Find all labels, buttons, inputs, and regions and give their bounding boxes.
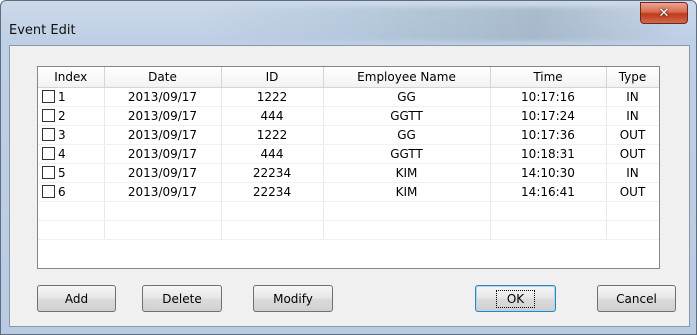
- id-cell: 22234: [221, 182, 324, 202]
- time-cell: 10:18:31: [490, 144, 607, 164]
- row-checkbox[interactable]: [42, 109, 55, 122]
- employee-name-cell: GGTT: [323, 106, 491, 126]
- date-cell: 2013/09/17: [104, 182, 222, 202]
- table-row[interactable]: 2 2013/09/17 444 GGTT 10:17:24 IN: [38, 106, 659, 126]
- row-checkbox[interactable]: [42, 166, 55, 179]
- type-cell: OUT: [606, 125, 659, 145]
- column-header-time[interactable]: Time: [490, 67, 607, 88]
- type-cell: OUT: [606, 144, 659, 164]
- dialog-title: Event Edit: [9, 23, 76, 38]
- empty-row: [38, 201, 659, 221]
- table-row[interactable]: 5 2013/09/17 22234 KIM 14:10:30 IN: [38, 163, 659, 183]
- employee-name-cell: GG: [323, 125, 491, 145]
- date-cell: 2013/09/17: [104, 106, 222, 126]
- index-value: 3: [58, 128, 66, 142]
- close-icon: ✕: [658, 5, 670, 21]
- table-row[interactable]: 4 2013/09/17 444 GGTT 10:18:31 OUT: [38, 144, 659, 164]
- id-cell: 1222: [221, 125, 324, 145]
- index-value: 5: [58, 166, 66, 180]
- date-cell: 2013/09/17: [104, 144, 222, 164]
- ok-button[interactable]: OK: [475, 285, 556, 312]
- column-header-date[interactable]: Date: [104, 67, 222, 88]
- employee-name-cell: KIM: [323, 163, 491, 183]
- id-cell: 444: [221, 144, 324, 164]
- column-header-type[interactable]: Type: [606, 67, 659, 88]
- cancel-button[interactable]: Cancel: [597, 285, 676, 312]
- time-cell: 10:17:36: [490, 125, 607, 145]
- index-value: 4: [58, 147, 66, 161]
- column-header-employee-name[interactable]: Employee Name: [323, 67, 491, 88]
- date-cell: 2013/09/17: [104, 163, 222, 183]
- header-row: Index Date ID Employee Name Time Type: [38, 67, 659, 88]
- employee-name-cell: GG: [323, 87, 491, 107]
- time-cell: 14:10:30: [490, 163, 607, 183]
- modify-button[interactable]: Modify: [253, 285, 333, 312]
- column-header-id[interactable]: ID: [221, 67, 324, 88]
- id-cell: 1222: [221, 87, 324, 107]
- event-edit-dialog: Event Edit ✕ Index Date ID Employee Name…: [0, 0, 697, 335]
- row-checkbox[interactable]: [42, 128, 55, 141]
- index-cell: 6: [38, 182, 105, 202]
- row-checkbox[interactable]: [42, 185, 55, 198]
- table-row[interactable]: 1 2013/09/17 1222 GG 10:17:16 IN: [38, 87, 659, 107]
- index-value: 1: [58, 90, 66, 104]
- table-row[interactable]: 3 2013/09/17 1222 GG 10:17:36 OUT: [38, 125, 659, 145]
- title-bar[interactable]: Event Edit ✕: [1, 1, 696, 45]
- index-cell: 4: [38, 144, 105, 164]
- id-cell: 444: [221, 106, 324, 126]
- date-cell: 2013/09/17: [104, 87, 222, 107]
- event-list[interactable]: Index Date ID Employee Name Time Type 1 …: [37, 66, 660, 269]
- type-cell: IN: [606, 106, 659, 126]
- employee-name-cell: GGTT: [323, 144, 491, 164]
- id-cell: 22234: [221, 163, 324, 183]
- delete-button[interactable]: Delete: [142, 285, 222, 312]
- index-value: 2: [58, 109, 66, 123]
- index-cell: 1: [38, 87, 105, 107]
- time-cell: 14:16:41: [490, 182, 607, 202]
- date-cell: 2013/09/17: [104, 125, 222, 145]
- index-cell: 5: [38, 163, 105, 183]
- type-cell: IN: [606, 163, 659, 183]
- empty-row: [38, 220, 659, 240]
- row-checkbox[interactable]: [42, 147, 55, 160]
- index-cell: 2: [38, 106, 105, 126]
- column-header-index[interactable]: Index: [38, 67, 105, 88]
- time-cell: 10:17:16: [490, 87, 607, 107]
- dialog-client-area: Index Date ID Employee Name Time Type 1 …: [9, 45, 690, 327]
- type-cell: OUT: [606, 182, 659, 202]
- add-button[interactable]: Add: [37, 285, 116, 312]
- title-bar-glass: [201, 7, 681, 41]
- index-value: 6: [58, 185, 66, 199]
- ok-label: OK: [495, 289, 536, 308]
- close-button[interactable]: ✕: [640, 2, 688, 24]
- table-row[interactable]: 6 2013/09/17 22234 KIM 14:16:41 OUT: [38, 182, 659, 202]
- index-cell: 3: [38, 125, 105, 145]
- type-cell: IN: [606, 87, 659, 107]
- time-cell: 10:17:24: [490, 106, 607, 126]
- employee-name-cell: KIM: [323, 182, 491, 202]
- row-checkbox[interactable]: [42, 90, 55, 103]
- event-table: Index Date ID Employee Name Time Type 1 …: [38, 67, 659, 240]
